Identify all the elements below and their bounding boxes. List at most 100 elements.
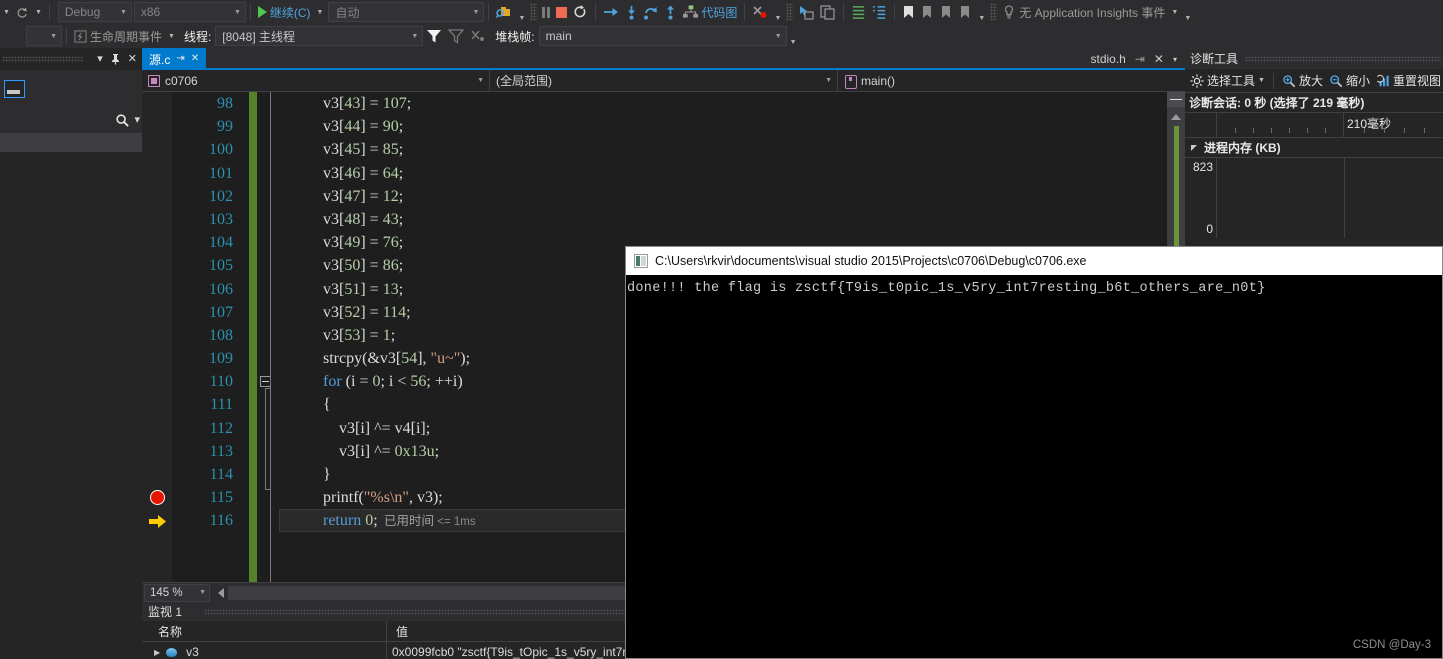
format-selection-button[interactable] bbox=[869, 1, 890, 23]
code-line[interactable]: v3[46] = 64; bbox=[279, 162, 1185, 185]
expand-arrow-icon[interactable]: ▶ bbox=[154, 648, 160, 657]
intellitrace-button[interactable] bbox=[749, 1, 771, 23]
stdio-pin-icon[interactable]: ⇥ bbox=[1135, 52, 1145, 66]
tab-source-c[interactable]: 源.c ⇥ ✕ bbox=[142, 48, 207, 70]
code-line[interactable]: v3[43] = 107; bbox=[279, 92, 1185, 115]
zoom-out-button[interactable]: 缩小 bbox=[1327, 72, 1372, 89]
process-memory-section-header[interactable]: 进程内存 (KB) bbox=[1185, 138, 1443, 158]
scroll-up-icon[interactable] bbox=[1171, 114, 1181, 120]
pin-icon[interactable] bbox=[110, 53, 121, 65]
outlining-margin[interactable] bbox=[257, 92, 279, 582]
toggle-bookmark-button[interactable] bbox=[899, 1, 918, 23]
format-document-button[interactable] bbox=[848, 1, 869, 23]
bookmark-icon bbox=[904, 5, 914, 18]
left-panel-search-row[interactable]: ▾ bbox=[0, 108, 142, 134]
zoom-in-button[interactable]: 放大 bbox=[1280, 72, 1325, 89]
toolbar-options-icon[interactable]: ▼ bbox=[1184, 15, 1191, 22]
stackframe-combo[interactable]: main ▼ bbox=[538, 26, 787, 46]
thread-filter-button[interactable] bbox=[423, 25, 445, 47]
chevron-down-icon: ▼ bbox=[119, 8, 127, 16]
console-output-area[interactable]: done!!! the flag is zsctf{T9is_t0pic_1s_… bbox=[626, 275, 1442, 296]
line-number: 99 bbox=[217, 118, 233, 136]
zoom-out-icon bbox=[1330, 74, 1343, 87]
solution-configuration-combo[interactable]: Debug ▼ bbox=[57, 2, 132, 22]
diagnostic-timeline-ruler[interactable]: 210毫秒 bbox=[1185, 113, 1443, 138]
process-combo[interactable]: ▼ bbox=[26, 26, 62, 46]
reset-view-button[interactable]: 重置视图 bbox=[1374, 72, 1443, 89]
breakpoint-marker[interactable] bbox=[150, 490, 165, 505]
search-dropdown-icon[interactable]: ▾ bbox=[134, 115, 140, 126]
solution-platform-combo[interactable]: x86 ▼ bbox=[133, 2, 246, 22]
restart-button[interactable] bbox=[570, 1, 591, 23]
continue-button[interactable]: 继续(C) bbox=[255, 1, 314, 23]
app-insights-button[interactable]: 无 Application Insights 事件 bbox=[999, 1, 1168, 23]
console-window[interactable]: C:\Users\rkvir\documents\visual studio 2… bbox=[625, 246, 1443, 659]
zoom-level-combo[interactable]: 145 % ▼ bbox=[144, 583, 210, 602]
toolbar-overflow-icon[interactable]: ▼ bbox=[3, 9, 10, 16]
editor-navigation-bar: c0706 ▼ (全局范围) ▼ main() bbox=[142, 70, 1185, 92]
copy-element-button[interactable] bbox=[817, 1, 839, 23]
tab-list-dropdown-icon[interactable]: ▾ bbox=[1173, 55, 1177, 64]
thread-combo[interactable]: [8048] 主线程 ▼ bbox=[215, 26, 424, 46]
code-line[interactable]: v3[45] = 85; bbox=[279, 138, 1185, 161]
unflag-threads-button[interactable] bbox=[467, 25, 489, 47]
tab-close-icon[interactable]: ✕ bbox=[191, 54, 199, 64]
flag-threads-button[interactable] bbox=[445, 25, 467, 47]
console-title-bar[interactable]: C:\Users\rkvir\documents\visual studio 2… bbox=[626, 247, 1442, 275]
app-insights-dropdown-icon[interactable]: ▼ bbox=[1171, 9, 1178, 16]
glyph-margin[interactable] bbox=[142, 92, 172, 582]
code-map-button[interactable]: 代码图 bbox=[680, 1, 740, 23]
navbar-project-combo[interactable]: c0706 ▼ bbox=[142, 70, 490, 91]
navbar-scope-combo[interactable]: (全局范围) ▼ bbox=[490, 70, 838, 91]
tabstrip-accent-line bbox=[142, 68, 1185, 70]
scrollbar-thumb[interactable] bbox=[1174, 126, 1179, 246]
step-over-button[interactable] bbox=[641, 1, 661, 23]
toolbar-grip[interactable] bbox=[786, 3, 794, 21]
split-view-handle[interactable] bbox=[1167, 92, 1185, 107]
watch-col-name-header[interactable]: 名称 bbox=[142, 621, 387, 641]
lifecycle-events-button[interactable]: 生命周期事件 bbox=[71, 25, 165, 47]
app-insights-icon bbox=[1005, 4, 1014, 19]
intellitrace-dropdown-icon[interactable]: ▼ bbox=[774, 15, 781, 22]
memory-axis: 823 0 bbox=[1185, 158, 1216, 238]
select-tools-button[interactable]: 选择工具 ▼ bbox=[1188, 72, 1267, 89]
next-bookmark-button[interactable] bbox=[937, 1, 956, 23]
navbar-member-combo[interactable]: main() bbox=[838, 70, 1185, 91]
chevron-down-icon: ▼ bbox=[477, 77, 484, 84]
attach-dropdown-icon[interactable]: ▼ bbox=[518, 15, 525, 22]
debug-target-combo[interactable]: 自动 ▼ bbox=[328, 2, 485, 22]
bookmark-dropdown-icon[interactable]: ▼ bbox=[978, 15, 985, 22]
select-element-button[interactable] bbox=[795, 1, 817, 23]
left-panel-selected-row[interactable] bbox=[0, 134, 142, 152]
continue-dropdown-icon[interactable]: ▼ bbox=[317, 9, 324, 16]
prev-bookmark-button[interactable] bbox=[918, 1, 937, 23]
search-icon[interactable] bbox=[115, 113, 130, 128]
attach-process-button[interactable] bbox=[493, 1, 515, 23]
gear-icon bbox=[1190, 73, 1204, 88]
watch-row-name-cell[interactable]: ▶ v3 bbox=[142, 642, 387, 659]
redo-button[interactable] bbox=[13, 1, 32, 23]
lifecycle-dropdown-icon[interactable]: ▼ bbox=[168, 33, 175, 40]
stop-debugging-button[interactable] bbox=[553, 1, 570, 23]
redo-dropdown-icon[interactable]: ▼ bbox=[35, 9, 42, 16]
close-icon[interactable]: ✕ bbox=[128, 53, 137, 65]
show-next-statement-button[interactable] bbox=[600, 1, 622, 23]
toolbar-grip[interactable] bbox=[990, 3, 998, 21]
code-line[interactable]: v3[47] = 12; bbox=[279, 185, 1185, 208]
left-panel-tool-button[interactable] bbox=[4, 80, 25, 98]
chevron-down-icon[interactable]: ▾ bbox=[97, 53, 103, 65]
break-all-button[interactable] bbox=[539, 1, 553, 23]
step-out-button[interactable] bbox=[661, 1, 680, 23]
stdio-close-icon[interactable]: ✕ bbox=[1154, 52, 1164, 66]
code-line[interactable]: v3[44] = 90; bbox=[279, 115, 1185, 138]
variable-icon bbox=[166, 647, 178, 657]
toolbar-grip[interactable] bbox=[530, 3, 538, 21]
tab-pin-icon[interactable]: ⇥ bbox=[176, 54, 184, 64]
stdio-tab-label[interactable]: stdio.h bbox=[1091, 52, 1126, 66]
scroll-left-icon[interactable] bbox=[218, 587, 224, 598]
location-toolbar-options-icon[interactable]: ▼ bbox=[790, 39, 797, 46]
chevron-down-icon: ▼ bbox=[1258, 77, 1265, 84]
step-into-button[interactable] bbox=[622, 1, 641, 23]
clear-bookmarks-button[interactable] bbox=[956, 1, 975, 23]
code-line[interactable]: v3[48] = 43; bbox=[279, 208, 1185, 231]
